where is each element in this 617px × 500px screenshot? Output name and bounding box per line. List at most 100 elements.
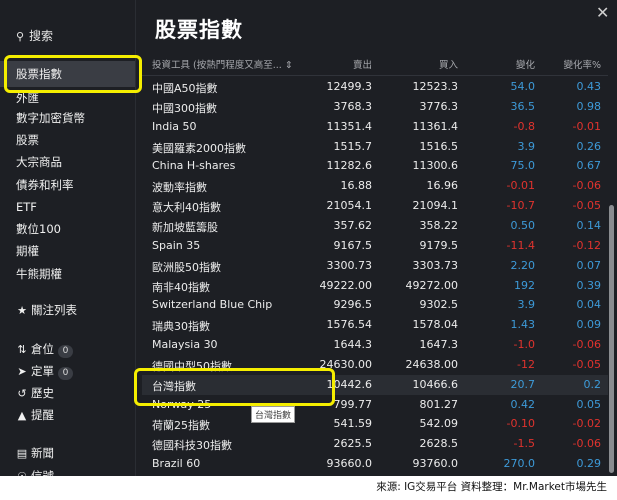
sell-price: 2625.5 [333, 437, 373, 451]
star-icon: ★ [17, 304, 27, 317]
change-pct: 0.43 [576, 80, 602, 93]
sell-price: 11351.4 [326, 119, 373, 133]
sell-price: 1576.54 [326, 318, 373, 332]
sidebar-item-news[interactable]: ▤ 新聞 [16, 443, 54, 463]
sidebar-item[interactable]: 數字加密貨幣 [16, 108, 85, 128]
buy-price: 1516.5 [419, 139, 459, 153]
header-change[interactable]: 變化 [516, 57, 535, 71]
table-row[interactable]: 意大利40指數 21054.1 21094.1 -10.7 -0.05 [142, 196, 608, 216]
table-row[interactable]: Switzerland Blue Chip 9296.5 9302.5 3.9 0.04 [142, 295, 608, 315]
instrument-name: India 50 [152, 119, 197, 133]
instrument-name: Malaysia 30 [152, 338, 218, 352]
instrument-name: 波動率指數 [152, 181, 207, 195]
sidebar-search[interactable]: ⚲ 搜索 [14, 27, 53, 44]
instrument-name: 南非40指數 [152, 280, 210, 294]
buy-price: 9179.5 [419, 238, 459, 252]
sidebar-item[interactable]: 股票 [16, 130, 39, 150]
sidebar-item-orders[interactable]: ➤ 定單 0 [16, 361, 73, 381]
buy-price: 9302.5 [419, 298, 459, 312]
table-row[interactable]: Malaysia 30 1644.3 1647.3 -1.0 -0.06 [142, 335, 608, 355]
sidebar-item-signals[interactable]: ☉信號 [16, 466, 54, 476]
sidebar-item[interactable]: 大宗商品 [16, 152, 62, 172]
change-pct: 0.05 [576, 397, 602, 411]
sidebar-item-alerts[interactable]: ▲ 提醒 [16, 405, 54, 425]
instrument-name: China H-shares [152, 159, 236, 173]
change-pct: 0.2 [583, 377, 602, 391]
sell-price: 357.62 [333, 218, 373, 232]
news-label: 新聞 [31, 446, 54, 460]
sell-price: 93660.0 [326, 457, 373, 471]
buy-price: 10466.6 [412, 377, 459, 391]
change-value: 2.20 [510, 258, 536, 272]
buy-price: 1647.3 [419, 338, 459, 352]
header-sell[interactable]: 賣出 [353, 57, 372, 71]
table-row[interactable]: Spain 35 9167.5 9179.5 -11.4 -0.12 [142, 236, 608, 256]
instrument-name: 中國A50指數 [152, 82, 218, 95]
change-pct: -0.06 [572, 437, 601, 451]
table-row[interactable]: 中國300指數 3768.3 3776.3 36.5 0.98 [142, 97, 608, 117]
change-value: -10.7 [506, 199, 535, 213]
sell-price: 16.88 [340, 179, 373, 193]
change-value: -0.10 [506, 417, 535, 431]
scrollbar-thumb[interactable] [609, 205, 614, 473]
instrument-name: 歐洲股50指數 [152, 260, 221, 274]
header-instrument-label: 投資工具 (按熱門程度又高至... [152, 60, 282, 71]
alert-icon: ▲ [17, 409, 27, 422]
sidebar-item-label: 債券和利率 [16, 178, 74, 192]
orders-count-badge: 0 [58, 367, 73, 380]
header-change-pct[interactable]: 變化率% [563, 57, 601, 71]
table-row[interactable]: 瑞典30指數 1576.54 1578.04 1.43 0.09 [142, 315, 608, 335]
sidebar-item[interactable]: 數位100 [16, 219, 61, 239]
sidebar-item-history[interactable]: ↺ 歷史 [16, 383, 54, 403]
change-value: -1.0 [513, 338, 535, 352]
history-label: 歷史 [31, 386, 54, 400]
table-row[interactable]: 新加坡藍籌股 357.62 358.22 0.50 0.14 [142, 216, 608, 236]
sell-price: 541.59 [333, 417, 373, 431]
buy-price: 24638.00 [405, 357, 459, 371]
buy-price: 49272.00 [405, 278, 459, 292]
change-pct: -0.05 [572, 199, 601, 213]
table-row[interactable]: 南非40指數 49222.00 49272.00 192 0.39 [142, 276, 608, 296]
header-buy[interactable]: 買入 [439, 57, 458, 71]
buy-price: 801.27 [419, 397, 459, 411]
sell-price: 3300.73 [326, 258, 373, 272]
change-value: 3.9 [517, 139, 536, 153]
transfer-icon: ⇅ [17, 343, 27, 356]
table-row[interactable]: 波動率指數 16.88 16.96 -0.01 -0.06 [142, 176, 608, 196]
table-row[interactable]: China H-shares 11282.6 11300.6 75.0 0.67 [142, 156, 608, 176]
sell-price: 49222.00 [319, 278, 373, 292]
change-pct: 0.04 [576, 298, 602, 312]
sidebar-item-label: 數字加密貨幣 [16, 111, 85, 125]
table-row[interactable]: 歐洲股50指數 3300.73 3303.73 2.20 0.07 [142, 256, 608, 276]
sidebar-item-positions[interactable]: ⇅ 倉位 0 [16, 339, 73, 359]
buy-price: 21094.1 [412, 199, 459, 213]
sell-price: 9296.5 [333, 298, 373, 312]
sidebar-item[interactable]: 期權 [16, 241, 39, 261]
sell-price: 799.77 [333, 397, 373, 411]
sidebar-item-watchlist[interactable]: ★ 關注列表 [16, 300, 77, 320]
close-icon[interactable]: ✕ [596, 3, 609, 22]
sidebar-search-label: 搜索 [29, 29, 54, 43]
sidebar-item-label: 牛熊期權 [16, 267, 62, 281]
sidebar-item[interactable]: 牛熊期權 [16, 264, 62, 284]
change-pct: 0.14 [576, 218, 602, 232]
buy-price: 16.96 [426, 179, 459, 193]
table-row[interactable]: 美國羅素2000指數 1515.7 1516.5 3.9 0.26 [142, 137, 608, 157]
table-row[interactable]: India 50 11351.4 11361.4 -0.8 -0.01 [142, 117, 608, 137]
sidebar-item[interactable]: 債券和利率 [16, 175, 74, 195]
instrument-name: Spain 35 [152, 238, 201, 252]
table-row[interactable]: 德國科技30指數 2625.5 2628.5 -1.5 -0.06 [142, 434, 608, 454]
watchlist-label: 關注列表 [31, 303, 77, 317]
table-row[interactable]: 中國A50指數 12499.3 12523.3 54.0 0.43 [142, 77, 608, 97]
sidebar-item-label: 大宗商品 [16, 155, 62, 169]
table-row[interactable]: 荷蘭25指數 541.59 542.09 -0.10 -0.02 [142, 414, 608, 434]
sell-price: 1644.3 [333, 338, 373, 352]
buy-price: 11361.4 [412, 119, 459, 133]
header-instrument[interactable]: 投資工具 (按熱門程度又高至... ⇕ [152, 57, 293, 71]
table-row[interactable]: Brazil 60 93660.0 93760.0 270.0 0.29 [142, 454, 608, 474]
sidebar-item[interactable]: ETF [16, 197, 37, 217]
highlight-box-taiwan-row [134, 368, 335, 406]
instrument-name: 意大利40指數 [152, 201, 221, 215]
signals-label: 信號 [31, 469, 54, 476]
buy-price: 358.22 [419, 218, 459, 232]
